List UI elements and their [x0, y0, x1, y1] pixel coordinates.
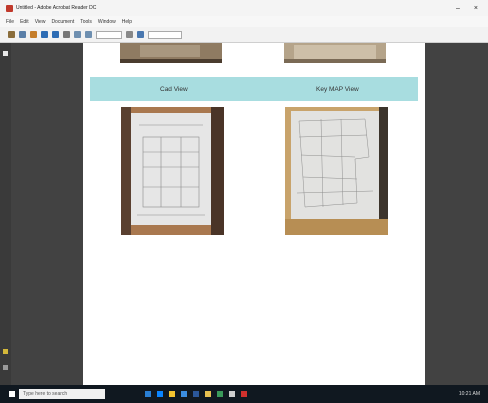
document-gutter-left: [11, 43, 83, 385]
section-banner: Cad View Key MAP View: [90, 77, 418, 101]
pdf-page: Cad View Key MAP View: [83, 43, 425, 385]
open-icon[interactable]: [8, 31, 15, 38]
window-controls: – ×: [456, 5, 478, 12]
folder-icon[interactable]: [205, 391, 211, 397]
cad-view-photo: [121, 107, 224, 235]
system-clock[interactable]: 10:21 AM: [459, 391, 480, 397]
thumbnail-icon[interactable]: [3, 51, 8, 56]
task-view-icon[interactable]: [145, 391, 151, 397]
key-map-view-photo: [285, 107, 388, 235]
document-gutter-right: [425, 43, 488, 385]
menu-file[interactable]: File: [6, 19, 14, 25]
menu-document[interactable]: Document: [51, 19, 74, 25]
close-icon[interactable]: ×: [474, 5, 478, 12]
store-icon[interactable]: [181, 391, 187, 397]
taskbar-search-placeholder: Type here to search: [23, 391, 68, 397]
search-icon[interactable]: [137, 31, 144, 38]
word-icon[interactable]: [193, 391, 199, 397]
app-icon-white[interactable]: [229, 391, 235, 397]
zoom-out-icon[interactable]: [85, 31, 92, 38]
top-right-photo: [284, 43, 386, 63]
start-icon[interactable]: [9, 391, 15, 397]
key-map-view-label: Key MAP View: [316, 85, 359, 93]
print-icon[interactable]: [19, 31, 26, 38]
page-down-icon[interactable]: [52, 31, 59, 38]
page-up-icon[interactable]: [41, 31, 48, 38]
menu-view[interactable]: View: [35, 19, 46, 25]
app-icon: [6, 4, 13, 12]
chevron-down-icon[interactable]: [63, 31, 70, 38]
top-left-photo: [120, 43, 222, 63]
title-bar: Untitled - Adobe Acrobat Reader DC – ×: [0, 0, 488, 16]
cad-view-label: Cad View: [160, 85, 188, 93]
taskbar: Type here to search 10:21 AM: [0, 385, 488, 403]
minimize-icon[interactable]: –: [456, 5, 460, 12]
attach-icon[interactable]: [3, 365, 8, 370]
share-icon[interactable]: [30, 31, 37, 38]
file-explorer-icon[interactable]: [169, 391, 175, 397]
comment-icon[interactable]: [3, 349, 8, 354]
zoom-in-icon[interactable]: [74, 31, 81, 38]
taskbar-search-input[interactable]: Type here to search: [19, 389, 105, 399]
page-number-field[interactable]: [96, 30, 122, 39]
menu-tools[interactable]: Tools: [80, 19, 92, 25]
acrobat-icon[interactable]: [241, 391, 247, 397]
toolbar: [0, 27, 488, 43]
app-icon-green[interactable]: [217, 391, 223, 397]
edge-icon[interactable]: [157, 391, 163, 397]
menu-window[interactable]: Window: [98, 19, 116, 25]
find-field[interactable]: [148, 30, 182, 39]
window-title: Untitled - Adobe Acrobat Reader DC: [16, 5, 97, 11]
fit-page-icon[interactable]: [126, 31, 133, 38]
navigation-panel: [0, 43, 11, 385]
menu-edit[interactable]: Edit: [20, 19, 29, 25]
menu-help[interactable]: Help: [122, 19, 132, 25]
menu-bar: File Edit View Document Tools Window Hel…: [0, 16, 488, 27]
